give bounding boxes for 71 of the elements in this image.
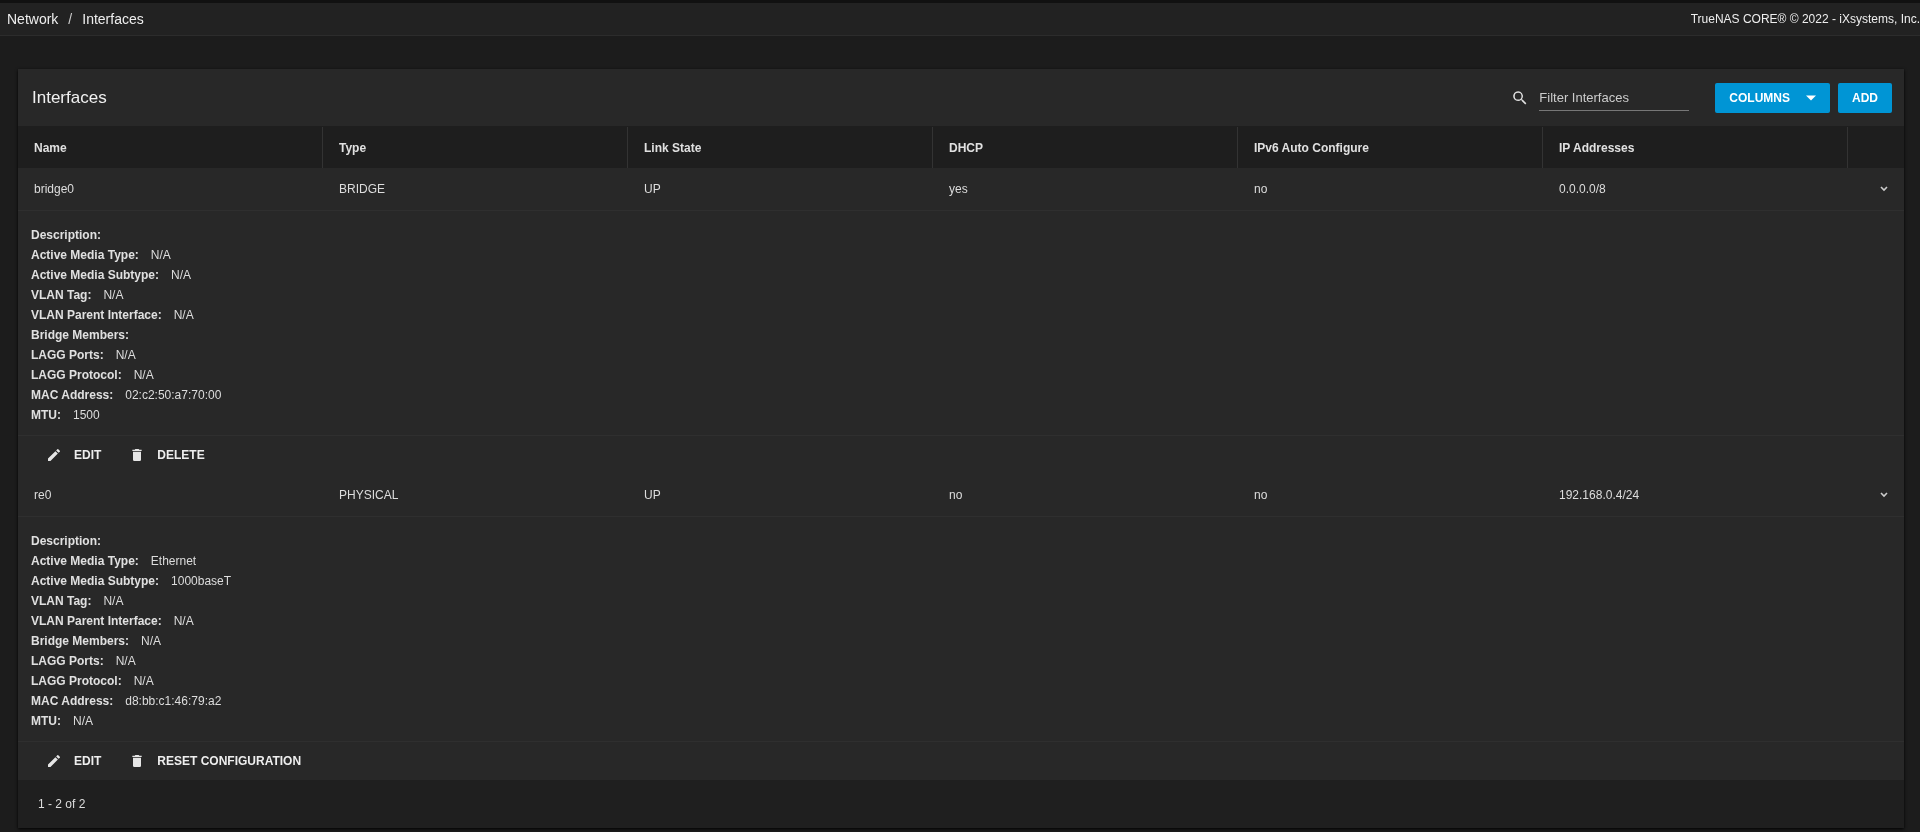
detail-label: LAGG Protocol: xyxy=(31,674,122,688)
paginator-text: 1 - 2 of 2 xyxy=(38,797,86,811)
detail-label: Active Media Subtype: xyxy=(31,574,160,588)
detail-label: Active Media Subtype: xyxy=(31,268,160,282)
detail-value: N/A xyxy=(171,268,192,282)
column-header[interactable]: DHCP xyxy=(933,127,1238,168)
detail-label: Active Media Type: xyxy=(31,554,139,568)
pencil-icon xyxy=(46,753,62,769)
detail-label: VLAN Tag: xyxy=(31,594,92,608)
detail-value: N/A xyxy=(173,308,194,322)
detail-value: N/A xyxy=(150,248,171,262)
detail-value: N/A xyxy=(133,368,154,382)
detail-value: N/A xyxy=(115,654,136,668)
delete-button[interactable]: DELETE xyxy=(129,442,205,468)
detail-value: N/A xyxy=(73,714,93,728)
edit-button[interactable]: EDIT xyxy=(46,443,102,467)
detail-label: VLAN Tag: xyxy=(31,288,92,302)
column-header[interactable]: IPv6 Auto Configure xyxy=(1238,127,1543,168)
detail-label: Bridge Members: xyxy=(31,634,130,648)
table-cell: no xyxy=(949,488,963,502)
edit-button[interactable]: EDIT xyxy=(46,749,102,773)
breadcrumb-separator: / xyxy=(68,11,73,27)
detail-label: MAC Address: xyxy=(31,694,114,708)
pencil-icon xyxy=(46,447,62,463)
table-cell: BRIDGE xyxy=(339,182,385,196)
detail-label: Description: xyxy=(31,534,101,548)
column-header[interactable]: Type xyxy=(323,127,628,168)
table-cell: 192.168.0.4/24 xyxy=(1559,488,1640,502)
detail-label: VLAN Parent Interface: xyxy=(31,614,162,628)
column-header[interactable]: Name xyxy=(18,127,323,168)
table-row[interactable]: re0 PHYSICAL UP no no 192.168.0.4/24 xyxy=(18,474,1904,517)
detail-value: 1000baseT xyxy=(171,574,232,588)
copyright-text: TrueNAS CORE® © 2022 - iXsystems, Inc. xyxy=(1690,12,1920,26)
detail-label: MTU: xyxy=(31,714,61,728)
table-row[interactable]: bridge0 BRIDGE UP yes no 0.0.0.0/8 xyxy=(18,168,1904,211)
table-cell: UP xyxy=(644,182,661,196)
detail-label: VLAN Parent Interface: xyxy=(31,308,162,322)
detail-label: LAGG Protocol: xyxy=(31,368,122,382)
detail-label: Active Media Type: xyxy=(31,248,139,262)
filter-field[interactable]: Filter Interfaces xyxy=(1511,84,1690,111)
column-header[interactable]: IP Addresses xyxy=(1543,127,1848,168)
breadcrumb-item[interactable]: Network xyxy=(7,11,59,27)
table-cell: no xyxy=(1254,488,1268,502)
breadcrumb-item[interactable]: Interfaces xyxy=(82,11,144,27)
detail-label: Bridge Members: xyxy=(31,328,130,342)
table-cell: yes xyxy=(949,182,968,196)
detail-value: N/A xyxy=(133,674,154,688)
table-cell: re0 xyxy=(34,488,52,502)
detail-value: N/A xyxy=(103,288,124,302)
detail-label: MAC Address: xyxy=(31,388,114,402)
column-header[interactable]: Link State xyxy=(628,127,933,168)
table-cell: PHYSICAL xyxy=(339,488,399,502)
detail-value: 1500 xyxy=(73,408,100,422)
table-cell: bridge0 xyxy=(34,182,75,196)
table-cell: UP xyxy=(644,488,661,502)
table-cell: no xyxy=(1254,182,1268,196)
detail-value: Ethernet xyxy=(150,554,197,568)
card-title: Interfaces xyxy=(32,87,107,108)
detail-label: Description: xyxy=(31,228,101,242)
detail-label: LAGG Ports: xyxy=(31,348,104,362)
detail-value: N/A xyxy=(103,594,124,608)
detail-label: MTU: xyxy=(31,408,61,422)
detail-value: d8:bb:c1:46:79:a2 xyxy=(125,694,222,708)
table-cell: 0.0.0.0/8 xyxy=(1559,182,1606,196)
detail-label: LAGG Ports: xyxy=(31,654,104,668)
detail-value: N/A xyxy=(141,634,162,648)
caret-icon xyxy=(1806,94,1816,101)
detail-value: N/A xyxy=(115,348,136,362)
detail-value: 02:c2:50:a7:70:00 xyxy=(125,388,222,402)
delete-button[interactable]: RESET CONFIGURATION xyxy=(129,748,302,774)
detail-value: N/A xyxy=(173,614,194,628)
